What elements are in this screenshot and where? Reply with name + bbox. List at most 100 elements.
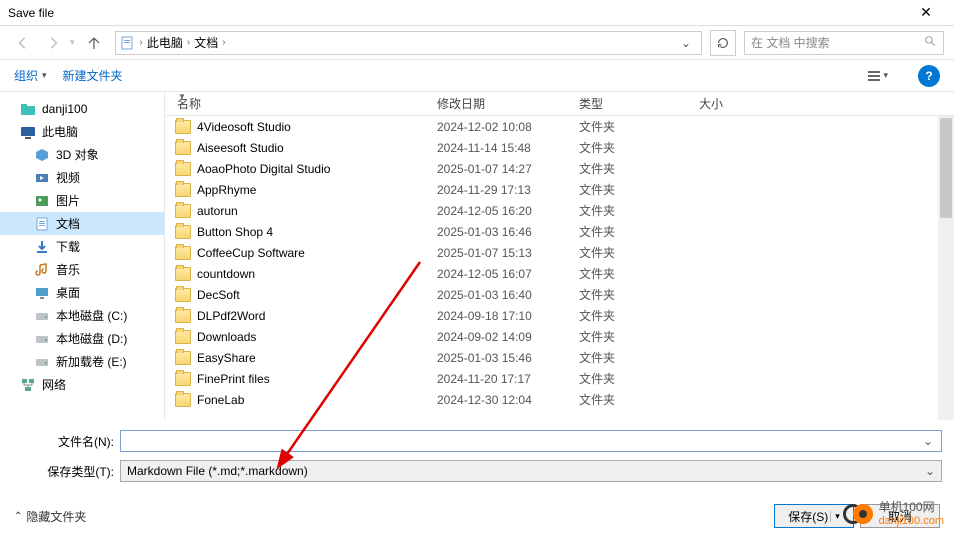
downloads-icon bbox=[34, 239, 50, 255]
dropdown-icon[interactable]: ⌄ bbox=[925, 464, 935, 478]
breadcrumb-item[interactable]: 文档 bbox=[194, 34, 218, 51]
chevron-right-icon[interactable]: › bbox=[220, 37, 227, 48]
file-name: autorun bbox=[197, 204, 238, 218]
file-row[interactable]: EasyShare2025-01-03 15:46文件夹 bbox=[165, 347, 954, 368]
file-row[interactable]: countdown2024-12-05 16:07文件夹 bbox=[165, 263, 954, 284]
file-list-area: ▼ 名称 修改日期 类型 大小 4Videosoft Studio2024-12… bbox=[165, 92, 954, 420]
col-modified[interactable]: 修改日期 bbox=[425, 95, 567, 112]
address-bar[interactable]: › 此电脑 › 文档 › ⌄ bbox=[115, 31, 702, 55]
file-row[interactable]: FoneLab2024-12-30 12:04文件夹 bbox=[165, 389, 954, 410]
sidebar-item-label: 此电脑 bbox=[42, 123, 78, 140]
file-type: 文件夹 bbox=[579, 181, 699, 198]
file-name: AoaoPhoto Digital Studio bbox=[197, 162, 330, 176]
forward-button[interactable] bbox=[40, 30, 66, 56]
file-type: 文件夹 bbox=[579, 160, 699, 177]
search-input[interactable]: 在 文档 中搜索 bbox=[744, 31, 944, 55]
filename-input[interactable]: ⌄ bbox=[120, 430, 942, 452]
folder-icon bbox=[175, 309, 191, 323]
file-date: 2024-11-20 17:17 bbox=[437, 372, 579, 386]
drive-icon bbox=[34, 308, 50, 324]
address-dropdown-icon[interactable]: ⌄ bbox=[675, 36, 697, 50]
file-type: 文件夹 bbox=[579, 223, 699, 240]
file-row[interactable]: Button Shop 42025-01-03 16:46文件夹 bbox=[165, 221, 954, 242]
dropdown-icon[interactable]: ⌄ bbox=[919, 434, 937, 448]
file-row[interactable]: Downloads2024-09-02 14:09文件夹 bbox=[165, 326, 954, 347]
file-type: 文件夹 bbox=[579, 118, 699, 135]
desktop-icon bbox=[34, 285, 50, 301]
file-name: DLPdf2Word bbox=[197, 309, 265, 323]
folder-icon bbox=[175, 288, 191, 302]
file-row[interactable]: FinePrint files2024-11-20 17:17文件夹 bbox=[165, 368, 954, 389]
sidebar-item[interactable]: 网络 bbox=[0, 373, 164, 396]
music-icon bbox=[34, 262, 50, 278]
col-size[interactable]: 大小 bbox=[687, 95, 767, 112]
footer: ⌃隐藏文件夹 保存(S)▾ 取消 bbox=[0, 496, 954, 536]
file-row[interactable]: CoffeeCup Software2025-01-07 15:13文件夹 bbox=[165, 242, 954, 263]
file-date: 2024-12-02 10:08 bbox=[437, 120, 579, 134]
close-icon[interactable]: ✕ bbox=[906, 4, 946, 21]
sidebar-item[interactable]: 本地磁盘 (D:) bbox=[0, 327, 164, 350]
file-date: 2024-12-05 16:20 bbox=[437, 204, 579, 218]
file-date: 2024-11-29 17:13 bbox=[437, 183, 579, 197]
file-type: 文件夹 bbox=[579, 370, 699, 387]
sidebar-item[interactable]: 下载 bbox=[0, 235, 164, 258]
pc-icon bbox=[20, 124, 36, 140]
filename-label: 文件名(N): bbox=[12, 433, 120, 450]
file-row[interactable]: autorun 2024-12-05 16:20文件夹 bbox=[165, 200, 954, 221]
sidebar-item[interactable]: danji100 bbox=[0, 98, 164, 120]
file-row[interactable]: AppRhyme 2024-11-29 17:13文件夹 bbox=[165, 179, 954, 200]
new-folder-button[interactable]: 新建文件夹 bbox=[63, 67, 123, 84]
scrollbar-thumb[interactable] bbox=[940, 118, 952, 218]
sidebar-item[interactable]: 文档 bbox=[0, 212, 164, 235]
sidebar-item-label: 本地磁盘 (C:) bbox=[56, 307, 127, 324]
breadcrumb-item[interactable]: 此电脑 bbox=[147, 34, 183, 51]
sidebar[interactable]: danji100 此电脑 3D 对象视频图片文档下载音乐桌面本地磁盘 (C:) 本地磁… bbox=[0, 92, 165, 420]
sidebar-item[interactable]: 桌面 bbox=[0, 281, 164, 304]
sidebar-item[interactable]: 图片 bbox=[0, 189, 164, 212]
back-button[interactable] bbox=[10, 30, 36, 56]
file-type: 文件夹 bbox=[579, 349, 699, 366]
search-placeholder: 在 文档 中搜索 bbox=[751, 34, 830, 51]
file-row[interactable]: DLPdf2Word2024-09-18 17:10文件夹 bbox=[165, 305, 954, 326]
file-date: 2025-01-03 16:46 bbox=[437, 225, 579, 239]
chevron-right-icon[interactable]: › bbox=[185, 37, 192, 48]
titlebar: Save file ✕ bbox=[0, 0, 954, 26]
up-button[interactable] bbox=[81, 30, 107, 56]
col-name[interactable]: 名称 bbox=[165, 95, 425, 112]
refresh-button[interactable] bbox=[710, 30, 736, 56]
file-list[interactable]: 4Videosoft Studio2024-12-02 10:08文件夹Aise… bbox=[165, 116, 954, 420]
file-type: 文件夹 bbox=[579, 202, 699, 219]
filetype-label: 保存类型(T): bbox=[12, 463, 120, 480]
file-row[interactable]: 4Videosoft Studio2024-12-02 10:08文件夹 bbox=[165, 116, 954, 137]
save-form: 文件名(N): ⌄ 保存类型(T): Markdown File (*.md;*… bbox=[0, 420, 954, 496]
file-type: 文件夹 bbox=[579, 328, 699, 345]
sidebar-item-label: 网络 bbox=[42, 376, 66, 393]
documents-icon bbox=[34, 216, 50, 232]
sidebar-item[interactable]: 3D 对象 bbox=[0, 143, 164, 166]
drive-icon bbox=[34, 354, 50, 370]
file-name: DecSoft bbox=[197, 288, 240, 302]
col-type[interactable]: 类型 bbox=[567, 95, 687, 112]
sidebar-item[interactable]: 视频 bbox=[0, 166, 164, 189]
file-row[interactable]: DecSoft2025-01-03 16:40文件夹 bbox=[165, 284, 954, 305]
file-row[interactable]: Aiseesoft Studio2024-11-14 15:48文件夹 bbox=[165, 137, 954, 158]
column-headers[interactable]: ▼ 名称 修改日期 类型 大小 bbox=[165, 92, 954, 116]
organize-button[interactable]: 组织▾ bbox=[14, 67, 47, 84]
sidebar-item[interactable]: 本地磁盘 (C:) bbox=[0, 304, 164, 327]
sidebar-item[interactable]: 新加载卷 (E:) bbox=[0, 350, 164, 373]
filetype-select[interactable]: Markdown File (*.md;*.markdown)⌄ bbox=[120, 460, 942, 482]
folder-icon bbox=[175, 393, 191, 407]
hide-folders-toggle[interactable]: ⌃隐藏文件夹 bbox=[14, 508, 768, 525]
command-bar: 组织▾ 新建文件夹 ▾ ? bbox=[0, 60, 954, 92]
help-button[interactable]: ? bbox=[918, 65, 940, 87]
sidebar-item-label: 本地磁盘 (D:) bbox=[56, 330, 127, 347]
sidebar-item[interactable]: 音乐 bbox=[0, 258, 164, 281]
file-name: AppRhyme bbox=[197, 183, 256, 197]
recent-dropdown-icon[interactable]: ▾ bbox=[70, 37, 75, 48]
chevron-right-icon[interactable]: › bbox=[138, 37, 145, 48]
view-options-button[interactable]: ▾ bbox=[861, 67, 894, 85]
file-row[interactable]: AoaoPhoto Digital Studio2025-01-07 14:27… bbox=[165, 158, 954, 179]
scrollbar[interactable] bbox=[938, 116, 954, 420]
sidebar-item[interactable]: 此电脑 bbox=[0, 120, 164, 143]
file-date: 2024-09-02 14:09 bbox=[437, 330, 579, 344]
